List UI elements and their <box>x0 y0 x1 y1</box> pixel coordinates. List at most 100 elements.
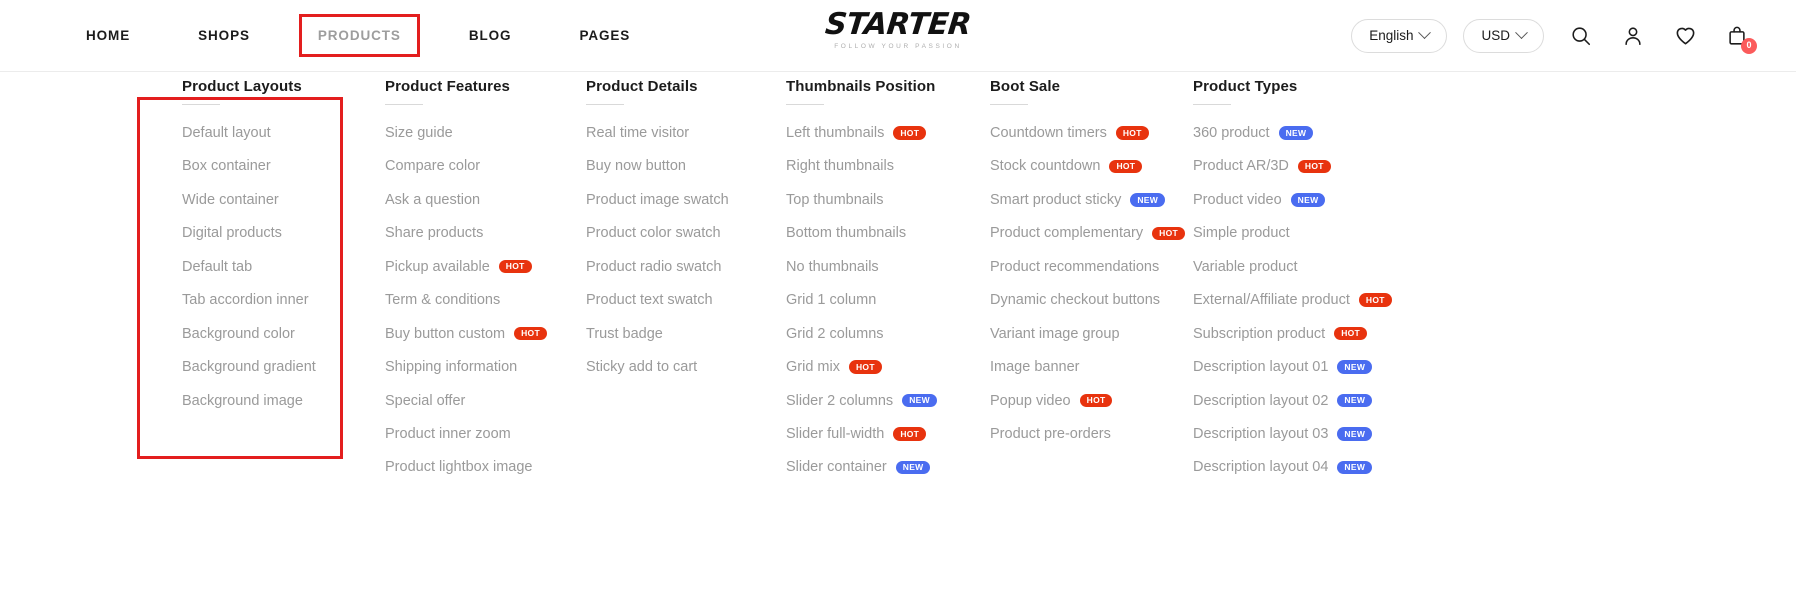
menu-link[interactable]: Right thumbnails <box>786 158 937 175</box>
menu-link[interactable]: Slider container NEW <box>786 459 937 476</box>
menu-link[interactable]: Buy now button <box>586 158 729 175</box>
menu-link[interactable]: Dynamic checkout buttons <box>990 292 1185 309</box>
menu-link[interactable]: Product radio swatch <box>586 259 729 276</box>
menu-column-product-types: Product Types 360 product NEW Product AR/3D… <box>1193 72 1392 476</box>
menu-link[interactable]: Description layout 03 NEW <box>1193 426 1392 443</box>
menu-link[interactable]: Simple product <box>1193 225 1392 242</box>
nav-item-pages[interactable]: PAGES <box>565 19 644 52</box>
menu-link-label: Real time visitor <box>586 125 690 141</box>
menu-link[interactable]: Variable product <box>1193 258 1392 276</box>
menu-link[interactable]: Shipping information <box>385 359 547 376</box>
menu-link[interactable]: Slider 2 columns NEW <box>786 393 937 410</box>
menu-link-label: Product color swatch <box>586 225 721 242</box>
menu-link[interactable]: Default tab <box>182 259 316 276</box>
menu-link-label: Stock countdown <box>990 158 1101 175</box>
menu-link[interactable]: Compare color <box>385 158 547 175</box>
menu-link[interactable]: Slider full-width HOT <box>786 426 937 443</box>
menu-link[interactable]: Product pre-orders <box>990 426 1185 443</box>
menu-link[interactable]: Countdown timers HOT <box>990 125 1185 142</box>
column-title-rule <box>586 104 624 105</box>
search-button[interactable] <box>1566 21 1596 51</box>
hot-badge: HOT <box>1358 293 1392 307</box>
menu-link-label: Grid 2 columns <box>786 325 884 342</box>
menu-link[interactable]: Left thumbnails HOT <box>786 125 937 142</box>
menu-link-label: Right thumbnails <box>786 158 894 175</box>
menu-link[interactable]: Grid 2 columns <box>786 325 937 343</box>
menu-link[interactable]: Share products <box>385 225 547 242</box>
menu-link[interactable]: 360 product NEW <box>1193 125 1392 142</box>
menu-link-label: Product video <box>1193 191 1282 208</box>
menu-link-label: Background color <box>182 325 295 342</box>
menu-link[interactable]: Trust badge <box>586 326 729 343</box>
nav-item-home[interactable]: HOME <box>72 19 144 52</box>
menu-link[interactable]: Background gradient <box>182 359 316 376</box>
nav-item-products[interactable]: PRODUCTS <box>304 19 415 52</box>
wishlist-button[interactable] <box>1670 21 1700 51</box>
menu-link-label: Left thumbnails <box>786 125 885 141</box>
menu-link[interactable]: Popup video HOT <box>990 393 1185 410</box>
currency-selector[interactable]: USD <box>1463 18 1544 53</box>
chevron-down-icon <box>1418 26 1432 40</box>
menu-link[interactable]: Product text swatch <box>586 292 729 309</box>
menu-link-label: Variable product <box>1193 258 1298 275</box>
column-title-rule <box>786 104 824 105</box>
menu-link[interactable]: Wide container <box>182 192 316 209</box>
menu-link[interactable]: Product AR/3D HOT <box>1193 158 1392 175</box>
column-title-rule <box>1193 104 1231 105</box>
menu-link[interactable]: Buy button custom HOT <box>385 326 547 343</box>
menu-link[interactable]: Special offer <box>385 393 547 410</box>
menu-link[interactable]: Product recommendations <box>990 259 1185 276</box>
menu-link[interactable]: Ask a question <box>385 192 547 209</box>
menu-link[interactable]: Description layout 04 NEW <box>1193 459 1392 476</box>
menu-link-label: Grid mix <box>786 359 840 376</box>
hot-badge: HOT <box>848 360 882 374</box>
menu-link-label: Description layout 02 <box>1193 392 1329 409</box>
hot-badge: HOT <box>498 259 532 274</box>
menu-link[interactable]: Term & conditions <box>385 292 547 309</box>
menu-link[interactable]: Product video NEW <box>1193 191 1392 209</box>
menu-link[interactable]: Subscription product HOT <box>1193 326 1392 343</box>
menu-link[interactable]: Product inner zoom <box>385 426 547 443</box>
menu-link[interactable]: Background image <box>182 393 316 410</box>
cart-button[interactable]: 0 <box>1722 21 1757 54</box>
nav-item-shops[interactable]: SHOPS <box>184 19 264 52</box>
menu-link[interactable]: Description layout 01 NEW <box>1193 359 1392 376</box>
column-title-rule <box>385 104 423 105</box>
menu-link[interactable]: External/Affiliate product HOT <box>1193 292 1392 309</box>
menu-link[interactable]: Product color swatch <box>586 225 729 242</box>
language-selector[interactable]: English <box>1351 18 1448 53</box>
menu-link[interactable]: Digital products <box>182 225 316 242</box>
nav-item-blog[interactable]: BLOG <box>455 19 526 52</box>
menu-link[interactable]: Product image swatch <box>586 192 729 209</box>
menu-column-thumbnails-position: Thumbnails Position Left thumbnails HOT Rig… <box>786 72 937 476</box>
menu-link[interactable]: Stock countdown HOT <box>990 158 1185 175</box>
menu-link[interactable]: Grid mix HOT <box>786 359 937 376</box>
menu-link[interactable]: Product complementary HOT <box>990 225 1185 242</box>
menu-link[interactable]: No thumbnails <box>786 259 937 276</box>
column-title: Product Details <box>586 78 698 95</box>
account-button[interactable] <box>1618 21 1648 51</box>
menu-link[interactable]: Size guide <box>385 125 547 142</box>
menu-link[interactable]: Image banner <box>990 359 1185 376</box>
menu-link[interactable]: Smart product sticky NEW <box>990 192 1185 209</box>
new-badge: NEW <box>1337 360 1373 374</box>
menu-link[interactable]: Tab accordion inner <box>182 292 316 309</box>
menu-link[interactable]: Default layout <box>182 125 316 142</box>
menu-link[interactable]: Real time visitor <box>586 125 729 142</box>
new-badge: NEW <box>1337 427 1373 441</box>
menu-link[interactable]: Box container <box>182 158 316 175</box>
menu-link[interactable]: Pickup available HOT <box>385 259 547 276</box>
menu-link[interactable]: Grid 1 column <box>786 292 937 309</box>
menu-link[interactable]: Background color <box>182 325 316 343</box>
menu-link[interactable]: Variant image group <box>990 326 1185 343</box>
language-selector-label: English <box>1369 28 1414 43</box>
column-title: Thumbnails Position <box>786 78 936 95</box>
menu-link[interactable]: Top thumbnails <box>786 192 937 209</box>
column-title: Product Types <box>1193 78 1298 95</box>
header-actions: English USD 0 <box>1351 18 1757 54</box>
menu-link[interactable]: Product lightbox image <box>385 459 547 476</box>
menu-link[interactable]: Sticky add to cart <box>586 359 729 376</box>
logo-wordmark: STARTER <box>823 7 973 42</box>
menu-link[interactable]: Description layout 02 NEW <box>1193 392 1392 410</box>
menu-link[interactable]: Bottom thumbnails <box>786 225 937 242</box>
